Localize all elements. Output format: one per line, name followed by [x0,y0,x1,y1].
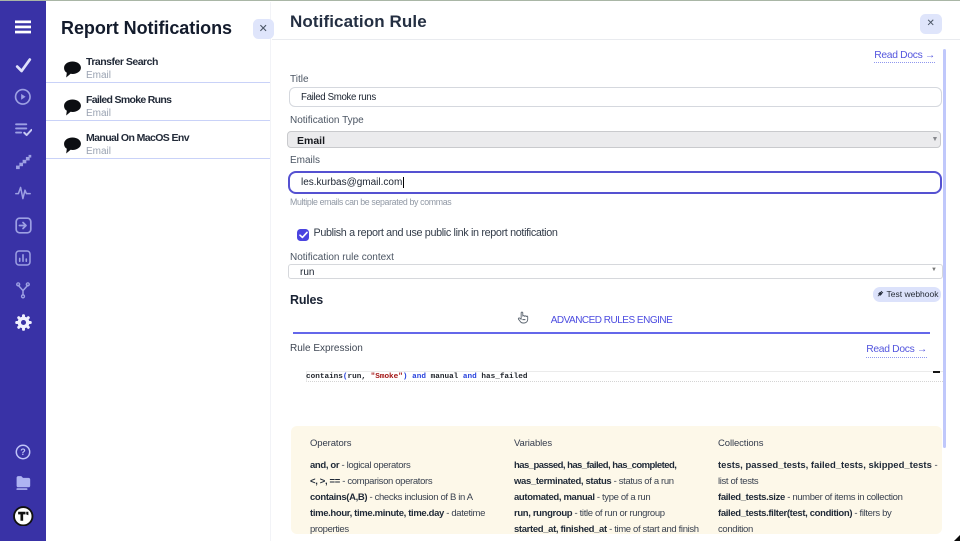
svg-text:?: ? [20,447,26,457]
